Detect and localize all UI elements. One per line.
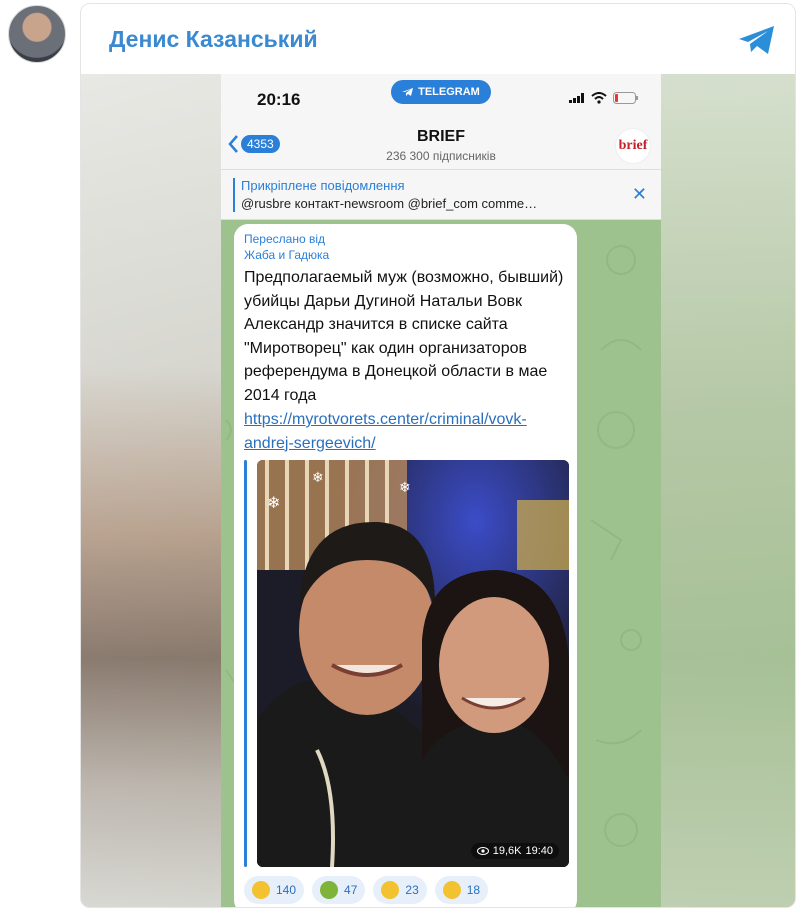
battery-icon	[613, 92, 638, 104]
reactions-bar: 140 47 23 18	[244, 876, 489, 904]
view-count: 19,6K	[492, 845, 522, 857]
status-time: 20:16	[257, 90, 301, 109]
reaction-count: 23	[405, 883, 419, 897]
author-avatar[interactable]	[8, 5, 66, 63]
reaction-thinking-face[interactable]: 140	[244, 876, 305, 904]
svg-text:❄: ❄	[399, 479, 411, 495]
tweet-header: Денис Казанський	[81, 4, 795, 74]
subscriber-count: 236 300 підписників	[386, 149, 496, 163]
chat-header: 4353 BRIEF 236 300 підписників brief	[221, 122, 661, 170]
pinned-text: @rusbre контакт-newsroom @brief_com comm…	[241, 196, 538, 211]
pinned-message[interactable]: Прикріплене повідомлення @rusbre контакт…	[221, 170, 661, 220]
status-bar: 20:16 TELEGRAM	[221, 74, 661, 122]
telegram-pill: TELEGRAM	[391, 80, 491, 104]
reaction-count: 47	[344, 883, 358, 897]
photo-illustration: ❄ ❄ ❄	[257, 460, 569, 867]
svg-text:❄: ❄	[312, 469, 324, 485]
thumbs-up-icon	[381, 881, 400, 899]
preview-accent-bar	[244, 460, 247, 867]
close-icon[interactable]: ✕	[632, 184, 647, 205]
pinned-title: Прикріплене повідомлення	[241, 178, 405, 193]
signal-icon	[569, 93, 584, 103]
screaming-face-icon	[442, 881, 461, 899]
author-name[interactable]: Денис Казанський	[109, 26, 318, 53]
message-link[interactable]: https://myrotvorets.center/criminal/vovk…	[244, 408, 569, 455]
telegram-pill-label: TELEGRAM	[418, 86, 480, 98]
message-time: 19:40	[525, 845, 553, 857]
reaction-nauseated-face[interactable]: 47	[312, 876, 366, 904]
svg-text:❄: ❄	[267, 495, 280, 512]
thinking-face-icon	[252, 881, 270, 899]
eye-icon	[476, 847, 489, 855]
channel-title[interactable]: BRIEF	[221, 128, 661, 146]
message-text: Предполагаемый муж (возможно, бывший) уб…	[244, 269, 564, 404]
telegram-screenshot: 20:16 TELEGRAM 4353 BRIEF 236 300 підпис…	[221, 74, 661, 907]
reaction-count: 18	[466, 883, 481, 897]
status-icons	[569, 92, 639, 104]
reaction-screaming-face[interactable]: 18	[434, 876, 489, 904]
forwarded-from[interactable]: Жаба и Гадюка	[244, 248, 329, 262]
blurred-background-right	[660, 74, 795, 907]
blurred-background-left	[81, 74, 221, 907]
reaction-count: 140	[276, 883, 297, 897]
tweet-card: Денис Казанський 20:16 TELEGRAM 4353 BRI…	[80, 3, 796, 908]
message-bubble[interactable]: Переслано від Жаба и Гадюка Предполагаем…	[234, 224, 577, 907]
wifi-icon	[591, 92, 607, 104]
nauseated-face-icon	[320, 881, 339, 899]
photo-meta: 19,6K 19:40	[470, 843, 559, 859]
reaction-thumbs-up[interactable]: 23	[373, 876, 427, 904]
telegram-icon[interactable]	[737, 24, 777, 56]
message-photo[interactable]: ❄ ❄ ❄ 19,6K 19:40	[257, 460, 569, 867]
channel-avatar[interactable]: brief	[615, 128, 651, 164]
telegram-small-icon	[402, 88, 414, 96]
pinned-accent-bar	[233, 178, 235, 212]
forwarded-label: Переслано від	[244, 232, 325, 246]
